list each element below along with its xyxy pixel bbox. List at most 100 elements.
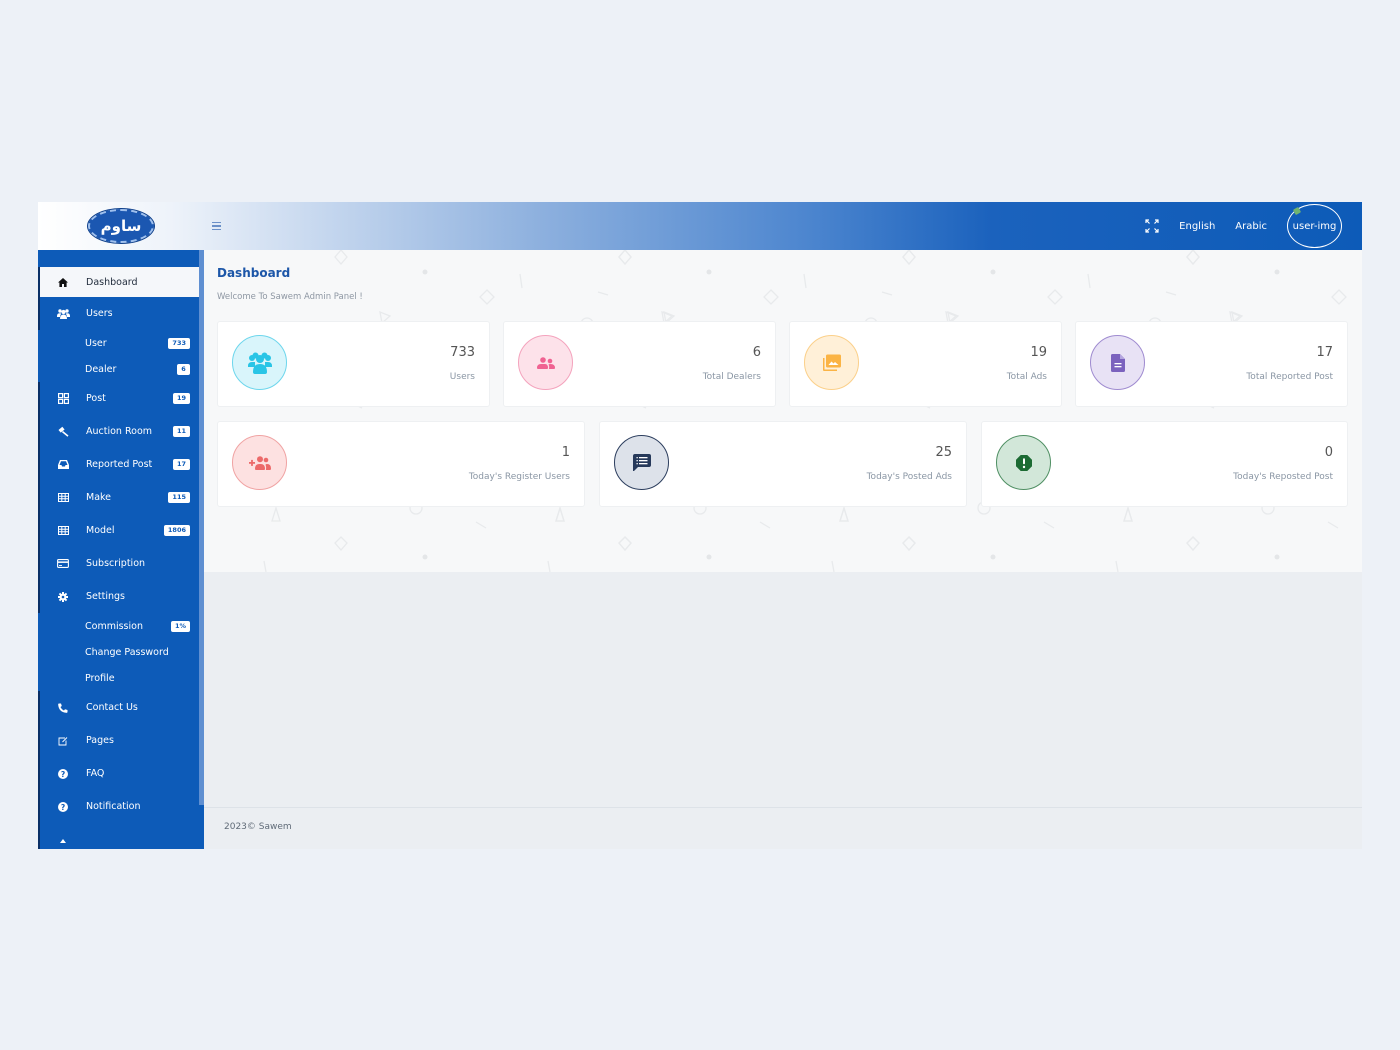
broken-image-icon [1292, 206, 1302, 216]
stat-label: Today's Posted Ads [866, 472, 952, 482]
stat-card-total-ads[interactable]: 19 Total Ads [789, 321, 1062, 407]
stat-label: Today's Reposted Post [1233, 472, 1333, 482]
count-badge: 733 [168, 337, 190, 349]
sidebar-item-users[interactable]: Users [38, 297, 199, 330]
sidebar-item-label: FAQ [86, 768, 105, 779]
svg-text:?: ? [61, 802, 65, 811]
sidebar-item-label: Contact Us [86, 702, 138, 713]
file-alt-icon [1090, 335, 1145, 390]
sidebar-item-label: Change Password [85, 646, 169, 658]
inbox-icon [40, 460, 86, 469]
count-badge: 115 [168, 492, 190, 503]
sidebar-subitem-commission[interactable]: Commission 1% [38, 613, 199, 639]
fullscreen-icon[interactable] [1145, 219, 1159, 233]
sidebar-item-label: Profile [85, 672, 115, 684]
stat-value: 19 [1030, 345, 1047, 360]
sidebar-item-post[interactable]: Post 19 [38, 382, 199, 415]
sidebar-item-reported-post[interactable]: Reported Post 17 [38, 448, 199, 481]
hamburger-icon[interactable] [212, 217, 226, 235]
comment-alt-icon [614, 435, 669, 490]
footer-divider [204, 807, 1362, 808]
sidebar-item-contact-us[interactable]: Contact Us [38, 691, 199, 724]
sidebar-item-faq[interactable]: ? FAQ [38, 757, 199, 790]
sidebar-item-dashboard[interactable]: Dashboard [38, 267, 199, 297]
sidebar-item-model[interactable]: Model 1806 [38, 514, 199, 547]
credit-card-icon [40, 559, 86, 568]
phone-icon [40, 703, 86, 713]
footer-copyright: 2023© Sawem [224, 822, 292, 832]
svg-text:?: ? [61, 769, 65, 778]
sidebar-item-label: Subscription [86, 558, 146, 569]
count-badge: 19 [172, 393, 190, 404]
sidebar-subitem-dealer[interactable]: Dealer 6 [38, 356, 199, 382]
grid-icon [40, 393, 86, 404]
gear-icon [40, 591, 86, 602]
logo-area[interactable]: ساوم [38, 202, 204, 250]
sidebar-item-pages[interactable]: Pages [38, 724, 199, 757]
stat-card-todays-posted-ads[interactable]: 25 Today's Posted Ads [599, 421, 967, 507]
users-group-icon [232, 335, 287, 390]
question-circle-icon: ? [40, 801, 86, 812]
main-content: Dashboard Welcome To Sawem Admin Panel !… [204, 250, 1362, 572]
background-pattern [263, 250, 1362, 572]
stat-value: 733 [450, 345, 475, 360]
users-icon [40, 308, 86, 319]
page-subtitle: Welcome To Sawem Admin Panel ! [217, 292, 363, 302]
header-actions: English Arabic user-img [1145, 202, 1342, 250]
sidebar-item-notification[interactable]: ? Notification [38, 790, 199, 823]
stat-value: 25 [935, 445, 952, 460]
user-plus-icon [232, 435, 287, 490]
sidebar-item-make[interactable]: Make 115 [38, 481, 199, 514]
logo[interactable]: ساوم [87, 208, 155, 244]
sidebar-item-settings[interactable]: Settings [38, 580, 199, 613]
gavel-icon [40, 426, 86, 437]
sidebar-item-label: Notification [86, 801, 141, 812]
stat-card-users[interactable]: 733 Users [217, 321, 490, 407]
exclamation-octagon-icon [996, 435, 1051, 490]
sidebar-subitem-profile[interactable]: Profile [38, 665, 199, 691]
stat-card-total-reported-post[interactable]: 17 Total Reported Post [1075, 321, 1348, 407]
sidebar-subitem-user[interactable]: User 733 [38, 330, 199, 356]
sidebar-item-label: Model [86, 525, 115, 536]
stat-value: 0 [1324, 445, 1333, 460]
top-header: ساوم English Arabic user-img [38, 202, 1362, 250]
stat-label: Total Ads [1006, 372, 1047, 382]
sidebar-item-cutoff[interactable] [38, 823, 199, 849]
stat-card-total-dealers[interactable]: 6 Total Dealers [503, 321, 776, 407]
sidebar-item-label: Make [86, 492, 112, 503]
app-window: ساوم English Arabic user-img Dashboard U… [38, 202, 1362, 849]
sidebar-item-label: Settings [86, 591, 125, 602]
count-badge: 1806 [163, 525, 190, 536]
sidebar-item-label: Reported Post [86, 459, 153, 470]
stat-label: Today's Register Users [468, 472, 570, 482]
partially-hidden-icon [40, 835, 86, 845]
user-avatar-alt-text: user-img [1292, 220, 1337, 232]
user-avatar[interactable]: user-img [1287, 204, 1342, 248]
images-icon [804, 335, 859, 390]
stat-value: 17 [1316, 345, 1333, 360]
sidebar-item-label: Users [86, 308, 113, 319]
table-icon [40, 493, 86, 502]
sidebar-item-label: Dealer [85, 363, 117, 375]
sidebar: Dashboard Users User 733 Dealer 6 Post 1… [38, 250, 204, 849]
sidebar-item-label: Dashboard [86, 276, 138, 288]
language-arabic-link[interactable]: Arabic [1235, 221, 1267, 232]
count-badge: 17 [172, 459, 190, 470]
home-icon [40, 277, 86, 287]
stat-value: 1 [561, 445, 570, 460]
sidebar-item-label: Post [86, 393, 106, 404]
sidebar-subitem-change-password[interactable]: Change Password [38, 639, 199, 665]
count-badge: 6 [177, 363, 190, 375]
sidebar-menu: Dashboard Users User 733 Dealer 6 Post 1… [38, 267, 199, 849]
stat-label: Total Dealers [702, 372, 761, 382]
sidebar-item-subscription[interactable]: Subscription [38, 547, 199, 580]
sidebar-item-label: Auction Room [86, 426, 153, 437]
edit-icon [40, 736, 86, 746]
sidebar-item-auction-room[interactable]: Auction Room 11 [38, 415, 199, 448]
stat-label: Total Reported Post [1246, 372, 1333, 382]
stat-card-todays-reposted-post[interactable]: 0 Today's Reposted Post [981, 421, 1348, 507]
stat-card-todays-register-users[interactable]: 1 Today's Register Users [217, 421, 585, 507]
question-circle-icon: ? [40, 768, 86, 779]
stat-label: Users [449, 372, 475, 382]
language-english-link[interactable]: English [1179, 221, 1215, 232]
